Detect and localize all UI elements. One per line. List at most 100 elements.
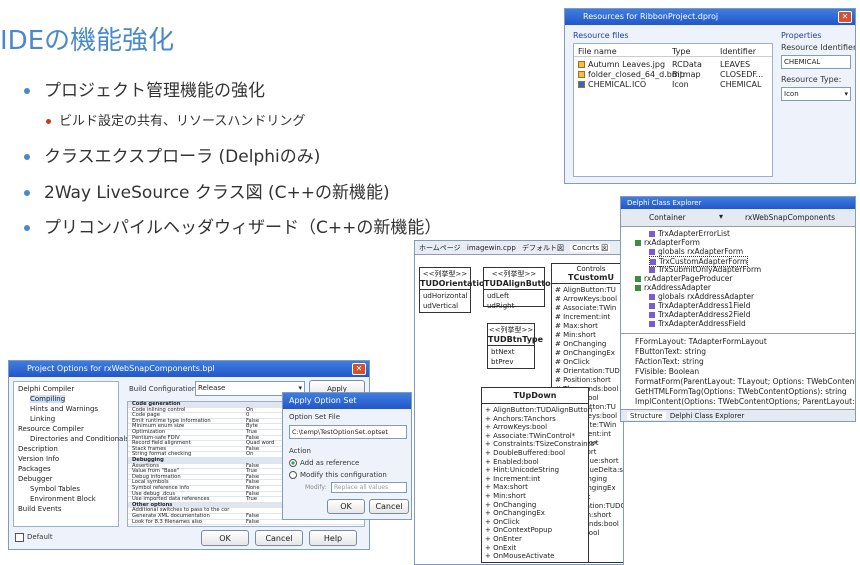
explorer-tree[interactable]: TrxAdapterErrorList rxAdapterForm global… bbox=[621, 227, 855, 331]
tab-structure[interactable]: Structure bbox=[627, 412, 666, 420]
list-item[interactable]: FormatForm(ParentLayout: TLayout; Option… bbox=[635, 377, 855, 386]
radio-selected-icon bbox=[289, 459, 297, 467]
uml-class-btntype[interactable]: <<列挙型>> TUDBtnType btNext btPrev bbox=[487, 323, 543, 369]
bullet-precompiled: プリコンパイルヘッダウィザード（C++の新機能） bbox=[24, 213, 441, 238]
add-as-reference-radio[interactable]: Add as reference bbox=[289, 459, 359, 467]
file-id: CLOSEDF... bbox=[720, 70, 764, 79]
chevron-down-icon[interactable]: ▾ bbox=[719, 212, 723, 221]
col-identifier[interactable]: Identifier bbox=[720, 47, 756, 56]
options-tree-item[interactable]: Environment Block bbox=[30, 495, 96, 503]
options-tree-item[interactable]: Symbol Tables bbox=[30, 485, 80, 493]
default-label: Default bbox=[27, 533, 53, 541]
container-value[interactable]: rxWebSnapComponents bbox=[745, 213, 835, 222]
tree-item[interactable]: globals rxAddressAdapter bbox=[649, 292, 754, 301]
apply-option-set-dialog: Apply Option Set Option Set File C:\temp… bbox=[282, 392, 412, 520]
project-options-titlebar: Project Options for rxWebSnapComponents.… bbox=[9, 361, 369, 377]
file-type: RCData bbox=[672, 60, 702, 69]
tree-item[interactable]: TrxAdapterAddress1Field bbox=[649, 301, 751, 310]
list-item[interactable]: GetHTMLFormTag(Options: TWebContentOptio… bbox=[635, 387, 847, 396]
close-icon[interactable]: ✕ bbox=[838, 11, 852, 23]
class-icon bbox=[649, 231, 655, 237]
chevron-down-icon: ▾ bbox=[844, 90, 848, 98]
list-item[interactable]: FActionText: string bbox=[635, 357, 704, 366]
class-icon bbox=[649, 312, 655, 318]
list-item[interactable]: FVisible: Boolean bbox=[635, 367, 699, 376]
col-file-name[interactable]: File name bbox=[578, 47, 617, 56]
bullet-dot-icon bbox=[24, 154, 30, 160]
tree-item[interactable]: TrxAdapterAddressField bbox=[649, 319, 746, 328]
explorer-toolbar: Container ▾ rxWebSnapComponents bbox=[621, 209, 855, 227]
uml-class-updown[interactable]: TUpDown + AlignButton:TUDAlignButton + An… bbox=[481, 387, 597, 563]
tree-item[interactable]: globals rxAdapterForm bbox=[649, 247, 743, 256]
ok-button[interactable]: OK bbox=[201, 530, 249, 546]
dialog-ok-button[interactable]: OK bbox=[327, 499, 365, 514]
option-set-file-field[interactable]: C:\temp\TestOptionSet.optset bbox=[289, 425, 407, 439]
list-item[interactable]: FButtonText: string bbox=[635, 347, 706, 356]
tree-item[interactable]: rxAddressAdapter bbox=[635, 283, 711, 292]
tree-item[interactable]: TrxAdapterErrorList bbox=[649, 229, 730, 238]
uml-class-alignbutton[interactable]: <<列挙型>> TUDAlignButton udLeft udRight bbox=[483, 267, 556, 310]
build-config-label: Build Configuration bbox=[129, 385, 197, 393]
bullet-dot-icon bbox=[24, 190, 30, 196]
options-tree-item[interactable]: Packages bbox=[18, 465, 51, 473]
tree-item[interactable]: rxAdapterPageProducer bbox=[635, 274, 732, 283]
options-tree-item[interactable]: Delphi Compiler bbox=[18, 385, 74, 393]
file-icon bbox=[578, 71, 585, 78]
explorer-tabbar: Structure Delphi Class Explorer bbox=[621, 409, 855, 421]
help-button[interactable]: Help bbox=[309, 530, 357, 546]
modify-config-radio[interactable]: Modify this configuration bbox=[289, 471, 387, 479]
resource-files-label: Resource files bbox=[573, 31, 629, 40]
bullet-class-explorer: クラスエクスプローラ (Delphiのみ) bbox=[24, 142, 320, 167]
options-tree[interactable]: Delphi Compiler Compiling Hints and Warnin… bbox=[13, 381, 129, 527]
cancel-button[interactable]: Cancel bbox=[255, 530, 303, 546]
modify-select[interactable]: Replace all values bbox=[331, 482, 407, 493]
modify-label: Modify: bbox=[305, 484, 327, 491]
dialog-cancel-button[interactable]: Cancel bbox=[369, 499, 409, 514]
type-label: Resource Type: bbox=[781, 75, 842, 84]
uml-class-orientation[interactable]: <<列挙型>> TUDOrientation udHorizontal udVert… bbox=[419, 267, 490, 313]
file-icon bbox=[578, 61, 585, 68]
tab-imagewin[interactable]: imagewin.cpp bbox=[467, 244, 516, 252]
bullet-livesource: 2Way LiveSource クラス図 (C++の新機能) bbox=[24, 178, 390, 203]
options-tree-item[interactable]: Debugger bbox=[18, 475, 53, 483]
options-tree-item[interactable]: Version Info bbox=[18, 455, 59, 463]
options-tree-item[interactable]: Directories and Conditionals bbox=[30, 435, 129, 443]
file-id: CHEMICAL bbox=[720, 80, 762, 89]
action-label: Action bbox=[289, 447, 311, 455]
tab-home[interactable]: ホームページ bbox=[419, 244, 461, 252]
default-checkbox[interactable] bbox=[15, 533, 24, 542]
options-tree-item[interactable]: Compiling bbox=[30, 395, 66, 403]
identifier-field[interactable]: CHEMICAL bbox=[781, 55, 851, 69]
list-item[interactable]: CHEMICAL.ICO bbox=[578, 80, 646, 89]
list-item[interactable]: Autumn Leaves.jpg bbox=[578, 60, 665, 69]
resources-window: Resources for RibbonProject.dproj ✕ Resou… bbox=[564, 8, 856, 184]
member-list[interactable]: FFormLayout: TAdapterFormLayout FButtonT… bbox=[621, 333, 855, 407]
options-tree-item[interactable]: Hints and Warnings bbox=[30, 405, 98, 413]
unit-icon bbox=[635, 285, 641, 291]
options-tree-item[interactable]: Linking bbox=[30, 415, 55, 423]
options-grid-row[interactable]: Look for 8.3 filenames also False bbox=[128, 518, 364, 526]
close-icon[interactable]: ✕ bbox=[352, 363, 366, 375]
class-icon bbox=[649, 321, 655, 327]
unit-icon bbox=[635, 240, 641, 246]
options-tree-item[interactable]: Resource Compiler bbox=[18, 425, 84, 433]
bullet-dot-icon bbox=[24, 88, 30, 94]
col-type[interactable]: Type bbox=[672, 47, 690, 56]
list-item[interactable]: ImplContent(Options: TWebContentOptions;… bbox=[635, 397, 855, 406]
tree-item[interactable]: TrxAdapterAddress2Field bbox=[649, 310, 751, 319]
list-item[interactable]: FFormLayout: TAdapterFormLayout bbox=[635, 337, 767, 346]
options-tree-item[interactable]: Description bbox=[18, 445, 58, 453]
options-tree-item[interactable]: Build Events bbox=[18, 505, 62, 513]
type-select[interactable]: Icon ▾ bbox=[781, 87, 851, 101]
tree-item[interactable]: TrxSubmitOnlyAdapterForm bbox=[649, 265, 761, 274]
list-item[interactable]: folder_closed_64_d.bmp bbox=[578, 70, 685, 79]
tab-concrts[interactable]: Concrts 図 bbox=[570, 244, 611, 252]
tree-item[interactable]: rxAdapterForm bbox=[635, 238, 700, 247]
tab-default-diagram[interactable]: デフォルト図 bbox=[522, 244, 564, 252]
tab-class-explorer[interactable]: Delphi Class Explorer bbox=[670, 412, 744, 420]
class-icon bbox=[649, 267, 655, 273]
resource-file-list[interactable]: File name Type Identifier Autumn Leaves.… bbox=[573, 43, 773, 177]
file-type: Icon bbox=[672, 80, 689, 89]
uml-tabbar: ホームページ imagewin.cpp デフォルト図 Concrts 図 bbox=[415, 241, 623, 255]
option-value: False bbox=[246, 518, 260, 525]
